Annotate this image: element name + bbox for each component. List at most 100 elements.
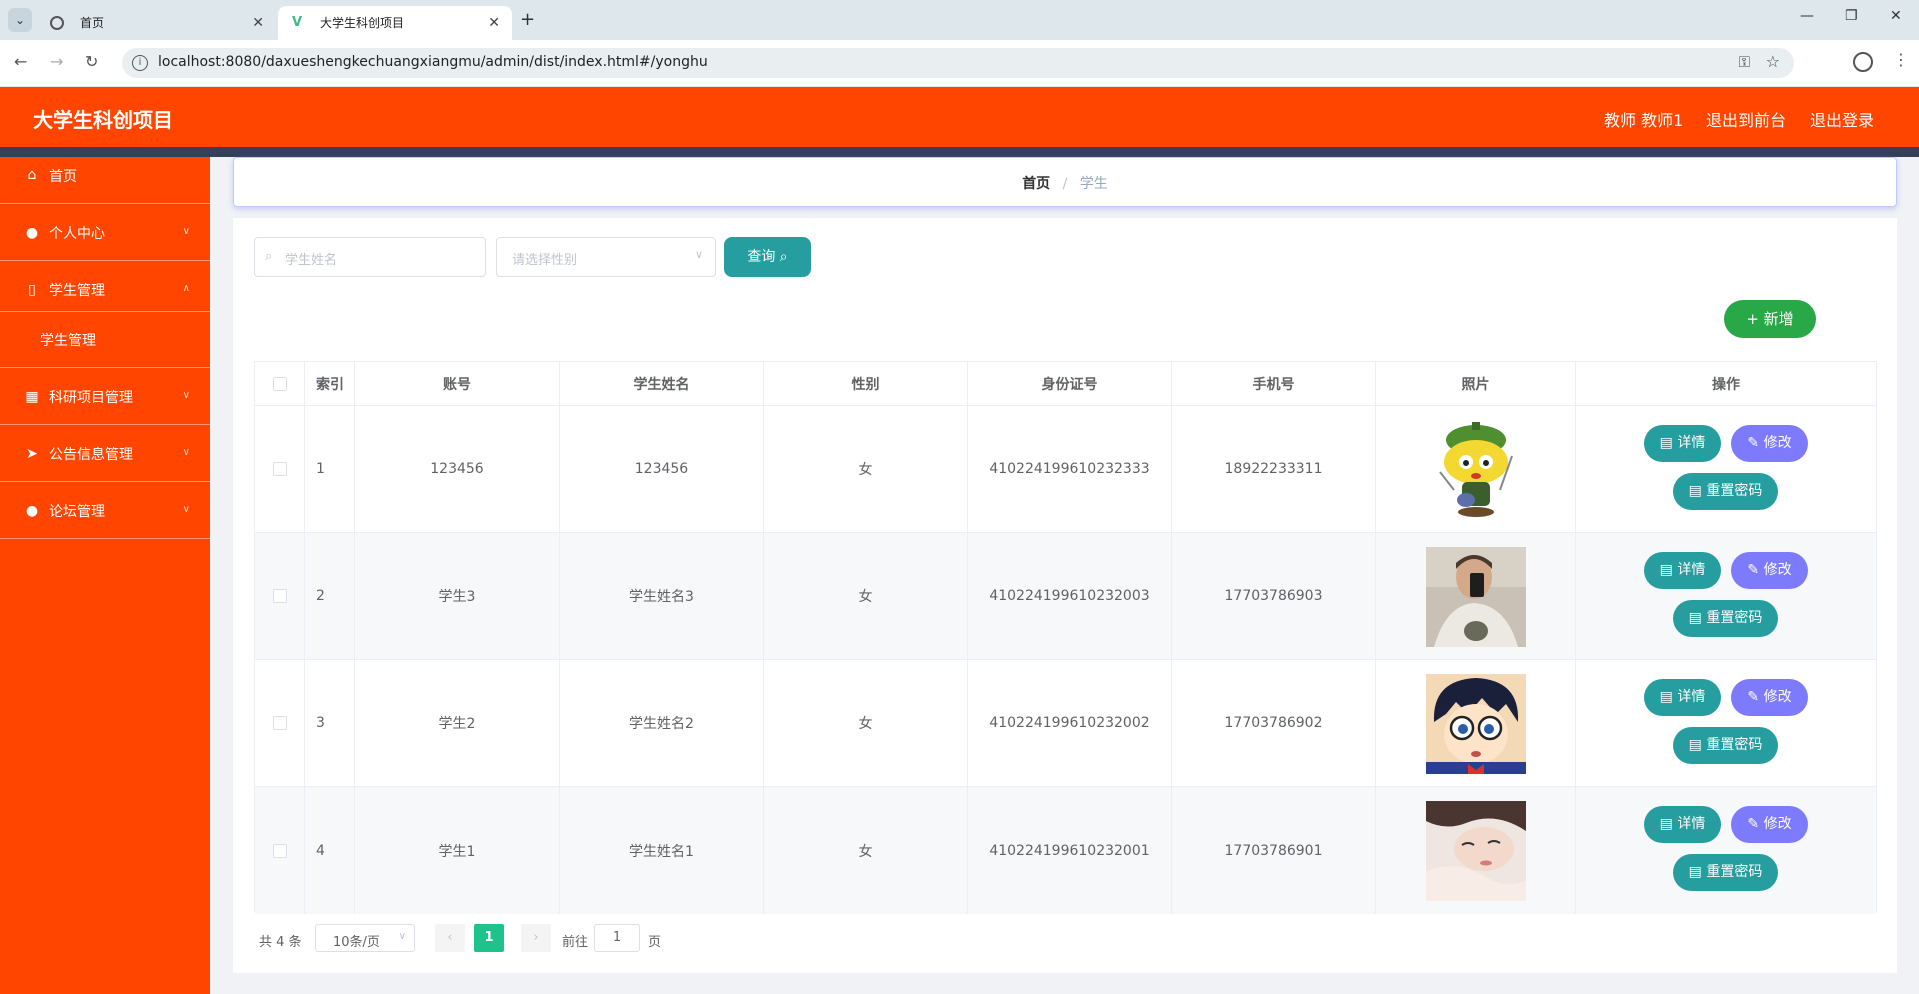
add-button[interactable]: + 新增: [1724, 300, 1816, 338]
sidebar-subitem-student[interactable]: 学生管理: [0, 312, 210, 368]
reset-password-button[interactable]: ▤ 重置密码: [1673, 600, 1778, 637]
edit-icon: ✎: [1747, 435, 1764, 451]
browser-tab-active[interactable]: V 大学生科创项目 ✕: [278, 6, 512, 40]
sidebar: ⌂ 首页 ● 个人中心 ∨ ▯ 学生管理 ∧ 学生管理 ▦ 科研项目管理 ∨ ➤…: [0, 157, 210, 994]
prev-page-icon[interactable]: ‹: [435, 924, 465, 952]
row-phone: 18922233311: [1224, 461, 1323, 477]
site-info-icon[interactable]: i: [132, 55, 148, 71]
detail-button[interactable]: ▤ 详情: [1644, 425, 1721, 462]
row-checkbox[interactable]: [272, 462, 287, 476]
student-name-search-input[interactable]: ⌕ 学生姓名: [254, 237, 486, 277]
profile-icon[interactable]: [1853, 52, 1873, 72]
close-icon[interactable]: ✕: [488, 6, 500, 40]
add-label: 新增: [1763, 310, 1794, 328]
search-placeholder: 学生姓名: [285, 253, 338, 268]
sidebar-item-label: 科研项目管理: [49, 390, 133, 406]
back-icon[interactable]: ←: [14, 52, 27, 71]
user-icon: ●: [25, 503, 39, 519]
main-content: ⌕ 学生姓名 请选择性别 ∨ 查询 ⌕ + 新增 索引 账号 学生姓名 性别 身…: [233, 218, 1897, 973]
row-account: 123456: [430, 461, 484, 477]
sidebar-item-label: 公告信息管理: [49, 447, 133, 463]
password-key-icon[interactable]: ⚿: [1739, 53, 1750, 71]
next-page-icon[interactable]: ›: [521, 924, 551, 952]
sidebar-item-notice[interactable]: ➤ 公告信息管理 ∨: [0, 425, 210, 482]
gender-select[interactable]: 请选择性别 ∨: [496, 237, 716, 277]
reset-password-button[interactable]: ▤ 重置密码: [1673, 473, 1778, 510]
url-field[interactable]: i localhost:8080/daxueshengkechuangxiang…: [122, 48, 1794, 78]
tab-search-icon[interactable]: ⌄: [8, 8, 32, 32]
detail-button[interactable]: ▤ 详情: [1644, 552, 1721, 589]
reload-icon[interactable]: ↻: [85, 52, 98, 71]
row-checkbox[interactable]: [272, 589, 287, 603]
student-photo[interactable]: [1426, 547, 1526, 647]
document-icon: ▤: [1659, 562, 1678, 578]
sidebar-item-home[interactable]: ⌂ 首页: [0, 147, 210, 204]
header-divider: [0, 147, 1919, 157]
select-all-cell: [255, 362, 305, 405]
chevron-down-icon: ∨: [182, 447, 190, 458]
header-photo: 照片: [1461, 376, 1490, 393]
breadcrumb: 首页 / 学生: [233, 157, 1897, 207]
detail-button[interactable]: ▤ 详情: [1644, 679, 1721, 716]
sidebar-item-research[interactable]: ▦ 科研项目管理 ∨: [0, 368, 210, 425]
row-id-card: 410224199610232001: [989, 842, 1150, 859]
document-icon: ▤: [1688, 864, 1707, 880]
row-checkbox[interactable]: [272, 716, 287, 730]
grid-icon: ▦: [25, 389, 39, 405]
reset-password-button[interactable]: ▤ 重置密码: [1673, 854, 1778, 891]
sidebar-item-label: 个人中心: [49, 226, 105, 242]
select-all-checkbox[interactable]: [272, 376, 287, 391]
reset-password-button[interactable]: ▤ 重置密码: [1673, 727, 1778, 764]
tab-title: 首页: [80, 16, 105, 30]
bookmark-star-icon[interactable]: ☆: [1766, 52, 1780, 71]
front-link[interactable]: 退出到前台: [1706, 107, 1786, 131]
goto-page-input[interactable]: 1: [594, 924, 640, 952]
edit-icon: ✎: [1747, 689, 1764, 705]
search-icon: ⌕: [265, 249, 273, 264]
edit-button[interactable]: ✎ 修改: [1731, 806, 1808, 843]
row-account: 学生2: [438, 716, 476, 732]
row-id-card: 410224199610232003: [989, 588, 1150, 604]
query-button[interactable]: 查询 ⌕: [724, 237, 811, 277]
browser-tab-home[interactable]: 首页 ✕: [38, 6, 276, 40]
browser-menu-icon[interactable]: ⋮: [1893, 50, 1909, 69]
header-actions: 操作: [1712, 376, 1740, 393]
row-name: 学生姓名3: [629, 589, 694, 605]
breadcrumb-home[interactable]: 首页: [1022, 176, 1050, 192]
reset-label: 重置密码: [1706, 610, 1763, 626]
sidebar-item-label: 首页: [49, 169, 77, 185]
globe-icon: [50, 16, 64, 30]
student-photo[interactable]: [1426, 420, 1526, 520]
student-photo[interactable]: [1426, 801, 1526, 901]
current-user: 教师 教师1: [1604, 111, 1684, 130]
sidebar-item-personal[interactable]: ● 个人中心 ∨: [0, 204, 210, 261]
pagination-total: 共 4 条: [259, 935, 302, 950]
detail-button[interactable]: ▤ 详情: [1644, 806, 1721, 843]
student-photo[interactable]: [1426, 674, 1526, 774]
edit-button[interactable]: ✎ 修改: [1731, 425, 1808, 462]
sidebar-item-student-mgmt[interactable]: ▯ 学生管理 ∧: [0, 261, 210, 312]
edit-button[interactable]: ✎ 修改: [1731, 552, 1808, 589]
page-size-select[interactable]: 10条/页 ∨: [315, 924, 415, 952]
edit-icon: ✎: [1747, 816, 1764, 832]
close-icon[interactable]: ✕: [252, 6, 264, 40]
row-checkbox[interactable]: [272, 843, 287, 858]
minimize-icon[interactable]: —: [1800, 8, 1814, 24]
edit-icon: ✎: [1747, 562, 1764, 578]
new-tab-icon[interactable]: +: [520, 6, 535, 34]
logout-link[interactable]: 退出登录: [1810, 107, 1874, 131]
browser-tab-bar: ⌄ 首页 ✕ V 大学生科创项目 ✕ + — ❐ ✕: [0, 0, 1919, 40]
detail-label: 详情: [1677, 816, 1706, 832]
page-number-current[interactable]: 1: [474, 924, 504, 952]
forward-icon[interactable]: →: [50, 52, 63, 71]
restore-icon[interactable]: ❐: [1845, 8, 1858, 24]
phone-icon: ▯: [28, 282, 36, 298]
header-phone: 手机号: [1252, 376, 1295, 393]
sidebar-item-forum[interactable]: ● 论坛管理 ∨: [0, 482, 210, 539]
vue-logo-icon: V: [291, 15, 303, 30]
edit-button[interactable]: ✎ 修改: [1731, 679, 1808, 716]
row-id-card: 410224199610232002: [989, 715, 1150, 731]
window-close-icon[interactable]: ✕: [1890, 8, 1902, 24]
reset-label: 重置密码: [1706, 483, 1763, 499]
breadcrumb-separator: /: [1062, 176, 1068, 192]
